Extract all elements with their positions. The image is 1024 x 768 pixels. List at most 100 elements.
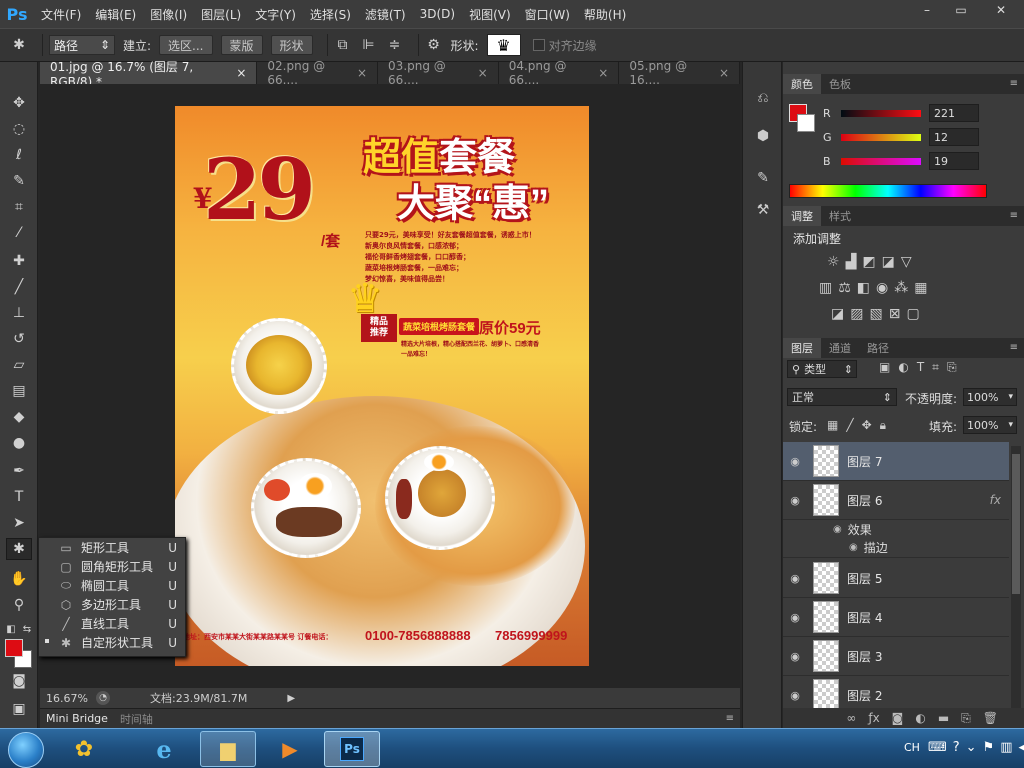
panel-menu-icon[interactable]: ≡ [1010, 78, 1018, 89]
lock-transparency-icon[interactable]: ▦ [827, 418, 838, 433]
tab-channels[interactable]: 通道 [821, 338, 859, 358]
close-icon[interactable]: × [478, 66, 488, 80]
layer-row-4[interactable]: ◉ 图层 4 [783, 598, 1009, 637]
tab-mini-bridge[interactable]: Mini Bridge [40, 712, 114, 725]
taskbar-app-photoshop[interactable]: Ps [324, 731, 380, 767]
default-colors-icon[interactable]: ◧ [4, 618, 18, 640]
quick-select-tool-icon[interactable]: ✎ [6, 170, 32, 192]
color-lookup-icon[interactable]: ▦ [914, 280, 927, 296]
menu-type[interactable]: 文字(Y) [248, 6, 303, 23]
adjustment-filter-icon[interactable]: ◐ [898, 360, 908, 375]
taskbar-app-media-player[interactable]: ▶ [262, 731, 318, 767]
options-icon[interactable]: ⌄ [966, 740, 977, 755]
background-color-swatch[interactable] [797, 114, 815, 132]
layer-row-3[interactable]: ◉ 图层 3 [783, 637, 1009, 676]
history-icon[interactable]: ⎌ [751, 86, 775, 110]
adjustment-layer-icon[interactable]: ◐ [915, 711, 925, 725]
panel-menu-icon[interactable]: ≡ [1010, 210, 1018, 221]
threshold-icon[interactable]: ▧ [869, 306, 882, 322]
layer-row-2[interactable]: ◉ 图层 2 [783, 676, 1009, 712]
folder-icon[interactable]: ▬ [938, 711, 949, 725]
green-value-input[interactable]: 12 [929, 128, 979, 146]
pixel-filter-icon[interactable]: ▣ [879, 360, 890, 375]
menu-filter[interactable]: 滤镜(T) [358, 6, 413, 23]
gradient-map-icon[interactable]: ⊠ [889, 306, 901, 322]
eyedropper-tool-icon[interactable]: ⁄ [6, 222, 32, 244]
menu-select[interactable]: 选择(S) [303, 6, 358, 23]
tab-02-png[interactable]: 02.png @ 66.... × [257, 59, 379, 87]
brush-panel-icon[interactable]: ✎ [751, 166, 775, 190]
curves-icon[interactable]: ◩ [862, 254, 875, 270]
red-value-input[interactable]: 221 [929, 104, 979, 122]
panel-menu-icon[interactable]: ≡ [1010, 342, 1018, 353]
link-icon[interactable]: ∞ [846, 711, 856, 725]
posterize-icon[interactable]: ▨ [850, 306, 863, 322]
fx-icon[interactable]: fx [990, 493, 1001, 507]
panel-menu-icon[interactable]: ≡ [726, 713, 734, 724]
eye-icon[interactable]: ◉ [833, 524, 842, 535]
crop-tool-icon[interactable]: ⌗ [6, 196, 32, 218]
ellipse-tool-item[interactable]: ⬭ 椭圆工具 U [39, 576, 185, 595]
menu-layer[interactable]: 图层(L) [194, 6, 248, 23]
tab-01-jpg[interactable]: 01.jpg @ 16.7% (图层 7, RGB/8) * × [40, 60, 258, 89]
menu-3d[interactable]: 3D(D) [413, 7, 462, 21]
type-tool-icon[interactable]: T [6, 486, 32, 508]
layers-scrollbar[interactable] [1011, 446, 1021, 708]
screen-mode-icon[interactable]: ▣ [6, 698, 32, 720]
polygon-tool-item[interactable]: ⬡ 多边形工具 U [39, 595, 185, 614]
tab-layers[interactable]: 图层 [783, 338, 821, 358]
layer-row-6[interactable]: ◉ 图层 6 fx [783, 481, 1009, 520]
volume-icon[interactable]: ◀ [1019, 740, 1024, 755]
document-canvas[interactable]: ¥ 29 /套 超值套餐 大聚“惠” 只要29元，美味享受！好友套餐超值套餐，诱… [175, 106, 589, 666]
help-icon[interactable]: ? [953, 740, 960, 755]
layer-filter-select[interactable]: ⚲ 类型 ⇕ [787, 360, 857, 378]
rounded-rectangle-tool-item[interactable]: ▢ 圆角矩形工具 U [39, 557, 185, 576]
tab-color[interactable]: 颜色 [783, 74, 821, 94]
levels-icon[interactable]: ▟ [846, 254, 857, 270]
custom-shape-tool-icon[interactable]: ✱ [10, 36, 28, 54]
lock-position-icon[interactable]: ✥ [862, 418, 872, 433]
smart-object-filter-icon[interactable]: ⎘ [947, 360, 957, 375]
start-button[interactable] [8, 732, 44, 768]
swap-colors-icon[interactable]: ⇆ [20, 618, 34, 640]
tab-paths[interactable]: 路径 [859, 338, 897, 358]
eye-icon[interactable]: ◉ [783, 611, 807, 624]
status-icon[interactable]: ◔ [96, 691, 110, 705]
color-balance-icon[interactable]: ⚖ [838, 280, 851, 296]
path-arrangement-icon[interactable]: ≑ [386, 36, 404, 54]
marquee-tool-icon[interactable]: ◌ [6, 118, 32, 140]
blend-mode-select[interactable]: 正常 ⇕ [787, 388, 897, 406]
type-filter-icon[interactable]: T [917, 360, 924, 375]
taskbar-app-explorer[interactable]: ▆ [200, 731, 256, 767]
selective-color-icon[interactable]: ▢ [906, 306, 919, 322]
opacity-input[interactable]: 100% ▾ [963, 388, 1017, 406]
layer-row-5[interactable]: ◉ 图层 5 [783, 559, 1009, 598]
flag-icon[interactable]: ⚑ [983, 740, 995, 755]
tool-presets-icon[interactable]: ⚒ [751, 198, 775, 222]
lasso-tool-icon[interactable]: ℓ [6, 144, 32, 166]
invert-icon[interactable]: ◪ [831, 306, 844, 322]
gradient-tool-icon[interactable]: ▤ [6, 380, 32, 402]
eye-icon[interactable]: ◉ [783, 689, 807, 702]
chevron-down-icon[interactable]: ▾ [1008, 420, 1013, 430]
fx-icon[interactable]: ƒx [868, 711, 879, 725]
menu-file[interactable]: 文件(F) [34, 6, 88, 23]
zoom-level[interactable]: 16.67% [46, 692, 92, 705]
hue-saturation-icon[interactable]: ▥ [819, 280, 832, 296]
tab-03-png[interactable]: 03.png @ 66.... × [378, 59, 499, 87]
stamp-tool-icon[interactable]: ⊥ [6, 302, 32, 324]
close-button[interactable]: ✕ [978, 0, 1024, 20]
healing-tool-icon[interactable]: ✚ [6, 250, 32, 272]
stroke-effect-row[interactable]: ◉ 描边 [783, 538, 1009, 558]
red-slider[interactable] [841, 109, 921, 117]
align-edges-checkbox[interactable] [532, 39, 545, 51]
menu-edit[interactable]: 编辑(E) [88, 6, 143, 23]
layer-row-7[interactable]: ◉ 图层 7 [783, 442, 1009, 481]
eye-icon[interactable]: ◉ [783, 572, 807, 585]
tab-styles[interactable]: 样式 [821, 206, 859, 226]
selection-button[interactable]: 选区... [159, 35, 213, 55]
brush-tool-icon[interactable]: ╱ [6, 276, 32, 298]
move-tool-icon[interactable]: ✥ [6, 92, 32, 114]
network-icon[interactable]: ▥ [1000, 740, 1012, 755]
lock-all-icon[interactable]: 🔒︎ [880, 418, 886, 433]
